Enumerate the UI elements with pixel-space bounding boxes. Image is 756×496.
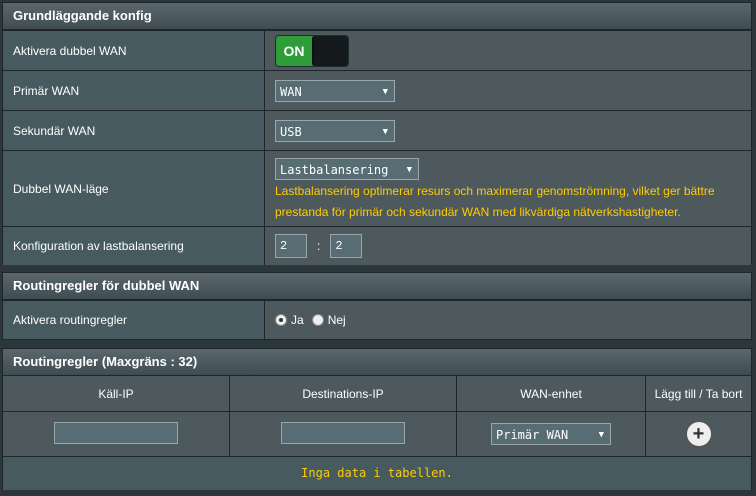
add-cell: + xyxy=(645,411,751,457)
toggle-on-label: ON xyxy=(276,35,312,66)
rules-table: Käll-IP Destinations-IP WAN-enhet Lägg t… xyxy=(3,376,751,457)
load-balance-ratio-secondary[interactable]: 2 xyxy=(330,234,363,258)
enable-routing-label: Aktivera routingregler xyxy=(3,301,265,339)
row-enable-dual-wan: Aktivera dubbel WAN ON xyxy=(3,30,751,70)
radio-no-label[interactable]: Nej xyxy=(328,313,346,327)
dual-wan-mode-hint: Lastbalansering optimerar resurs och max… xyxy=(275,183,715,219)
load-balance-value: 2 : 2 xyxy=(265,227,751,265)
primary-wan-select[interactable]: WAN ▼ xyxy=(275,79,395,102)
radio-yes[interactable] xyxy=(275,314,287,326)
load-balance-ratio-primary[interactable]: 2 xyxy=(275,234,307,258)
row-load-balance: Konfiguration av lastbalansering 2 : 2 xyxy=(3,226,751,265)
chevron-down-icon: ▼ xyxy=(406,164,412,175)
dual-wan-mode-select[interactable]: Lastbalansering ▼ xyxy=(275,157,419,180)
secondary-wan-value: USB ▼ xyxy=(265,111,751,150)
ratio-separator: : xyxy=(317,239,321,253)
destination-ip-cell xyxy=(229,411,457,457)
rules-input-row: Primär WAN ▼ + xyxy=(3,411,751,457)
wan-unit-selected: Primär WAN xyxy=(496,428,569,442)
row-enable-routing: Aktivera routingregler Ja Nej xyxy=(3,300,751,339)
no-data-message: Inga data i tabellen. xyxy=(3,457,751,490)
source-ip-cell xyxy=(3,411,230,457)
primary-wan-label: Primär WAN xyxy=(3,71,265,110)
dual-wan-mode-label: Dubbel WAN-läge xyxy=(3,151,265,226)
secondary-wan-selected: USB xyxy=(280,124,302,139)
col-add-remove: Lägg till / Ta bort xyxy=(645,376,751,412)
col-source-ip: Käll-IP xyxy=(3,376,230,412)
toggle-knob xyxy=(312,35,348,66)
routing-list-section: Routingregler (Maxgräns : 32) Käll-IP De… xyxy=(2,348,752,490)
load-balance-label: Konfiguration av lastbalansering xyxy=(3,227,265,265)
dual-wan-toggle[interactable]: ON xyxy=(275,34,349,67)
section-title-routing: Routingregler för dubbel WAN xyxy=(3,273,751,300)
enable-routing-value: Ja Nej xyxy=(265,301,751,339)
enable-dual-wan-label: Aktivera dubbel WAN xyxy=(3,31,265,70)
section-title-rules: Routingregler (Maxgräns : 32) xyxy=(3,349,751,376)
wan-unit-select[interactable]: Primär WAN ▼ xyxy=(491,423,611,445)
col-wan-unit: WAN-enhet xyxy=(456,376,646,412)
col-destination-ip: Destinations-IP xyxy=(229,376,457,412)
row-dual-wan-mode: Dubbel WAN-läge Lastbalansering ▼ Lastba… xyxy=(3,150,751,226)
primary-wan-value: WAN ▼ xyxy=(265,71,751,110)
dual-wan-mode-value: Lastbalansering ▼ Lastbalansering optime… xyxy=(265,151,751,226)
source-ip-input[interactable] xyxy=(54,421,178,444)
chevron-down-icon: ▼ xyxy=(382,86,388,97)
chevron-down-icon: ▼ xyxy=(598,430,604,440)
plus-circle-icon[interactable]: + xyxy=(684,420,713,448)
basic-config-section: Grundläggande konfig Aktivera dubbel WAN… xyxy=(2,2,752,265)
wan-unit-cell: Primär WAN ▼ xyxy=(456,411,646,457)
rules-header-row: Käll-IP Destinations-IP WAN-enhet Lägg t… xyxy=(3,376,751,412)
dual-wan-mode-selected: Lastbalansering xyxy=(280,162,389,177)
radio-no[interactable] xyxy=(311,314,324,326)
enable-dual-wan-value: ON xyxy=(265,31,751,70)
radio-yes-label[interactable]: Ja xyxy=(291,313,304,327)
destination-ip-input[interactable] xyxy=(281,421,405,444)
row-primary-wan: Primär WAN WAN ▼ xyxy=(3,70,751,110)
primary-wan-selected: WAN xyxy=(280,84,302,99)
secondary-wan-label: Sekundär WAN xyxy=(3,111,265,150)
secondary-wan-select[interactable]: USB ▼ xyxy=(275,119,395,142)
routing-rules-section: Routingregler för dubbel WAN Aktivera ro… xyxy=(2,272,752,340)
row-secondary-wan: Sekundär WAN USB ▼ xyxy=(3,110,751,150)
chevron-down-icon: ▼ xyxy=(382,126,388,137)
section-title-basic: Grundläggande konfig xyxy=(3,3,751,30)
